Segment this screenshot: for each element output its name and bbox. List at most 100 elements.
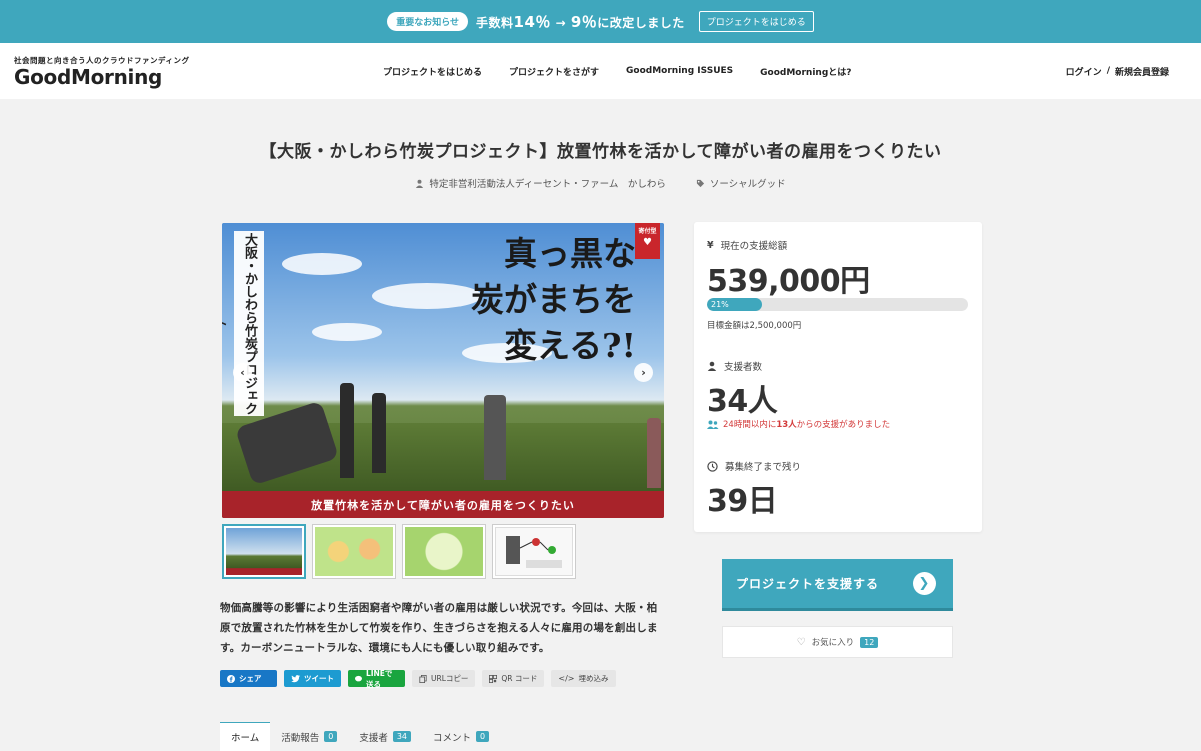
twitter-share-label: ツイート [304,674,334,683]
nav-issues[interactable]: GoodMorning ISSUES [626,66,733,76]
heart-outline-icon: ♡ [796,636,806,648]
hero-image[interactable]: 大阪・かしわら竹炭プロジェクト 真っ黒な 炭がまちを 変える?! 寄付型 ♥ ‹… [222,223,664,518]
twitter-share-button[interactable]: ツイート [284,670,341,687]
tab-home[interactable]: ホーム [220,722,271,751]
backers-label-text: 支援者数 [724,362,763,373]
tab-activity-reports[interactable]: 活動報告 0 [270,722,348,751]
tab-count-badge: 0 [476,731,490,742]
nav-find-project[interactable]: プロジェクトをさがす [509,65,599,78]
donation-type-label: 寄付型 [638,228,657,235]
qr-code-icon [489,674,498,683]
facebook-share-button[interactable]: シェア [220,670,277,687]
donation-type-badge: 寄付型 ♥ [635,223,660,259]
person-shape [372,393,386,473]
chevron-right-icon: ❯ [913,572,936,595]
code-icon: </> [558,674,575,683]
favorite-button[interactable]: ♡ お気に入り 12 [722,626,953,658]
thumbnail-strip [222,524,576,579]
person-shape [647,418,661,488]
project-title: 【大阪・かしわら竹炭プロジェクト】放置竹林を活かして障がい者の雇用をつくりたい [259,142,942,162]
project-tabs: ホーム 活動報告 0 支援者 34 コメント 0 [220,722,500,751]
nav-about[interactable]: GoodMorningとは? [760,65,851,78]
heart-hand-icon: ♥ [643,237,652,248]
nav-start-project[interactable]: プロジェクトをはじめる [383,65,482,78]
tab-comments[interactable]: コメント 0 [422,722,500,751]
line-share-label: LINEで送る [365,668,393,689]
support-button-label: プロジェクトを支援する [736,577,880,591]
auth-links: ログイン / 新規会員登録 [1066,43,1169,99]
recent-count: 13人 [776,420,797,430]
yen-icon: ¥ [707,239,714,251]
user-icon [707,361,717,371]
embed-button[interactable]: </> 埋め込み [551,670,616,687]
thumbnail-image [226,528,302,575]
recent-support-notice: 24時間以内に13人からの支援がありました [707,418,890,430]
twitter-icon [291,674,300,682]
hero-caption: 放置竹林を活かして障がい者の雇用をつくりたい [222,491,664,518]
tab-label: ホーム [231,733,260,744]
remaining-value: 39日 [707,484,778,519]
tab-label: 支援者 [359,732,388,744]
hero-catch-copy: 真っ黒な 炭がまちを 変える?! [456,231,636,369]
tab-label: 活動報告 [281,732,320,744]
total-label-text: 現在の支援総額 [720,241,788,252]
announcement-bar: 重要なお知らせ 手数料14％ → 9％に改定しました プロジェクトをはじめる [0,0,1201,43]
cloud-shape [282,253,362,275]
arrow-icon: → [555,16,567,30]
thumbnail-3[interactable] [402,524,486,579]
thumbnail-4[interactable] [492,524,576,579]
thumbnail-image [405,527,483,576]
logo-name: GoodMorning [14,65,163,89]
line-icon [355,675,362,681]
project-owner[interactable]: 特定非営利活動法人ディーセント・ファーム かしわら [415,176,666,190]
category-name: ソーシャルグッド [709,179,786,190]
signup-link[interactable]: 新規会員登録 [1115,65,1169,78]
tab-supporters[interactable]: 支援者 34 [348,722,422,751]
new-rate: 9％ [570,13,598,31]
login-link[interactable]: ログイン [1066,65,1102,78]
tag-icon [696,179,704,187]
catch-line: 真っ黒な [504,234,636,273]
tab-count-badge: 34 [392,731,412,742]
url-copy-button[interactable]: URLコピー [412,670,476,687]
users-icon [707,420,719,429]
backers-label: 支援者数 [707,359,762,373]
favorite-count-badge: 12 [860,636,879,648]
project-category[interactable]: ソーシャルグッド [696,176,786,190]
qr-code-label: QR コード [501,674,538,683]
remaining-label: 募集終了まで残り [707,459,801,473]
msg-prefix: 手数料 [476,16,514,30]
favorite-label: お気に入り [811,638,855,648]
user-icon [416,179,424,188]
logo[interactable]: 社会問題と向き合う人のクラウドファンディング GoodMorning [14,55,189,88]
important-notice-badge: 重要なお知らせ [387,12,469,31]
next-slide-icon[interactable]: › [634,363,653,382]
cloud-shape [312,323,382,341]
copy-icon [419,674,427,683]
thumbnail-2[interactable] [312,524,396,579]
old-rate: 14％ [513,13,551,31]
person-shape [340,383,354,478]
remaining-label-text: 募集終了まで残り [725,462,802,473]
share-buttons: シェア ツイート LINEで送る URLコピー QR コード </> 埋め込み [220,668,616,689]
support-project-button[interactable]: プロジェクトを支援する ❯ [722,559,953,611]
owner-name: 特定非営利活動法人ディーセント・ファーム かしわら [429,179,666,190]
thumbnail-image [495,527,573,576]
thumbnail-1[interactable] [222,524,306,579]
url-copy-label: URLコピー [431,674,469,683]
clock-icon [707,460,718,472]
prev-slide-icon[interactable]: ‹ [233,363,252,382]
recent-prefix: 24時間以内に [723,420,777,430]
embed-label: 埋め込み [578,674,609,683]
announcement-message: 手数料14％ → 9％に改定しました [476,11,685,32]
progress-percent: 21% [711,300,729,309]
line-share-button[interactable]: LINEで送る [348,668,405,689]
announcement-start-project-button[interactable]: プロジェクトをはじめる [698,11,814,32]
funding-progress-bar: 21% [707,298,968,311]
diagram-sketch-icon [506,536,562,568]
project-meta: 特定非営利活動法人ディーセント・ファーム かしわら ソーシャルグッド [0,176,1201,190]
catch-line: 変える?! [504,326,636,365]
site-header: 社会問題と向き合う人のクラウドファンディング GoodMorning プロジェク… [0,43,1201,99]
main-nav: プロジェクトをはじめる プロジェクトをさがす GoodMorning ISSUE… [383,43,851,99]
qr-code-button[interactable]: QR コード [482,670,545,687]
